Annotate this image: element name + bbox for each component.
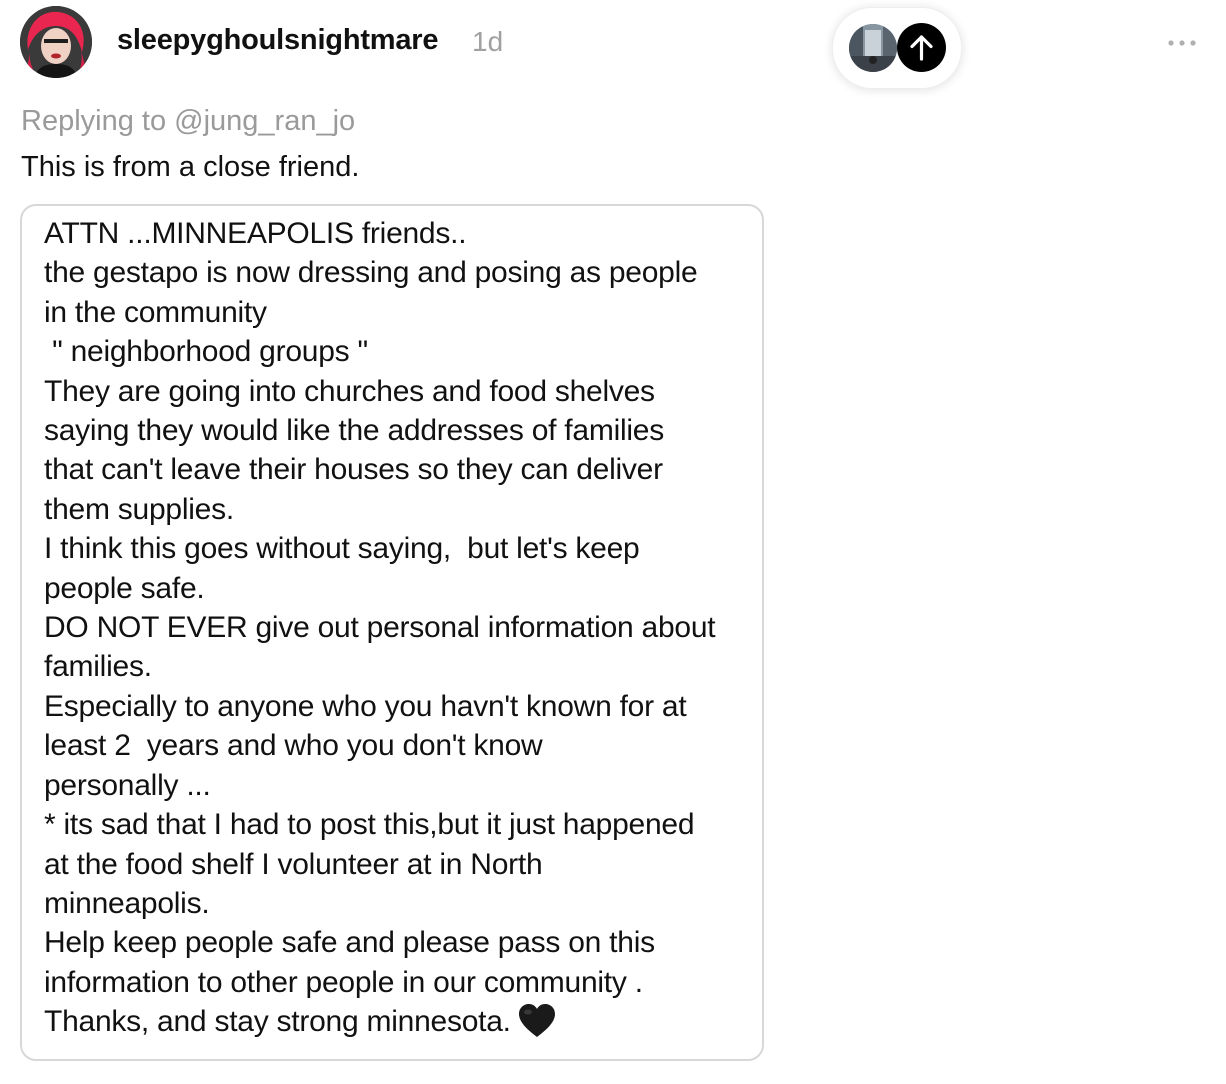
image-text-line: Help keep people safe and please pass on… (44, 926, 655, 960)
image-text-line: at the food shelf I volunteer at in Nort… (44, 847, 543, 881)
reply-stack-pill[interactable] (832, 7, 962, 89)
image-text-line: saying they would like the addresses of … (44, 414, 664, 448)
image-text-line: " neighborhood groups " (44, 335, 368, 369)
image-text-line: them supplies. (44, 492, 234, 526)
avatar[interactable] (20, 6, 92, 78)
post-image[interactable]: ATTN ...MINNEAPOLIS friends.. the gestap… (20, 204, 764, 1061)
image-text-line: Especially to anyone who you havn't know… (44, 689, 687, 723)
image-text-block: ATTN ...MINNEAPOLIS friends.. the gestap… (44, 214, 760, 1050)
image-text-line: the gestapo is now dressing and posing a… (44, 256, 698, 290)
image-text-line: ATTN ...MINNEAPOLIS friends.. (44, 217, 467, 250)
image-text-line: that can't leave their houses so they ca… (44, 453, 663, 487)
more-options-button[interactable] (1162, 26, 1202, 56)
image-text-line: Thanks, and stay strong minnesota. (44, 1005, 511, 1039)
post-caption: This is from a close friend. (21, 151, 360, 183)
image-text-line: people safe. (44, 571, 205, 605)
image-text-line: in the community (44, 295, 267, 329)
image-text-line: minneapolis. (44, 886, 210, 920)
image-text-line-last: Thanks, and stay strong minnesota. (44, 1002, 760, 1049)
image-text-line: information to other people in our commu… (44, 965, 643, 999)
stacked-avatar[interactable] (849, 24, 897, 72)
image-text-line: I think this goes without saying, but le… (44, 532, 640, 566)
scroll-up-button[interactable] (897, 23, 946, 72)
replying-to-link[interactable]: Replying to @jung_ran_jo (21, 105, 355, 138)
image-text-line: They are going into churches and food sh… (44, 374, 655, 408)
post-time: 1d (472, 26, 504, 57)
image-text-line: families. (44, 650, 152, 684)
image-text-line: least 2 years and who you don't know (44, 729, 543, 763)
username[interactable]: sleepyghoulsnightmare (117, 24, 439, 57)
image-text-line: * its sad that I had to post this,but it… (44, 808, 695, 842)
image-text-line: DO NOT EVER give out personal informatio… (44, 611, 716, 645)
arrow-up-icon (910, 35, 933, 61)
image-text-line: personally ... (44, 768, 211, 802)
more-horizontal-icon (1168, 40, 1196, 46)
black-heart-icon (517, 1003, 557, 1049)
